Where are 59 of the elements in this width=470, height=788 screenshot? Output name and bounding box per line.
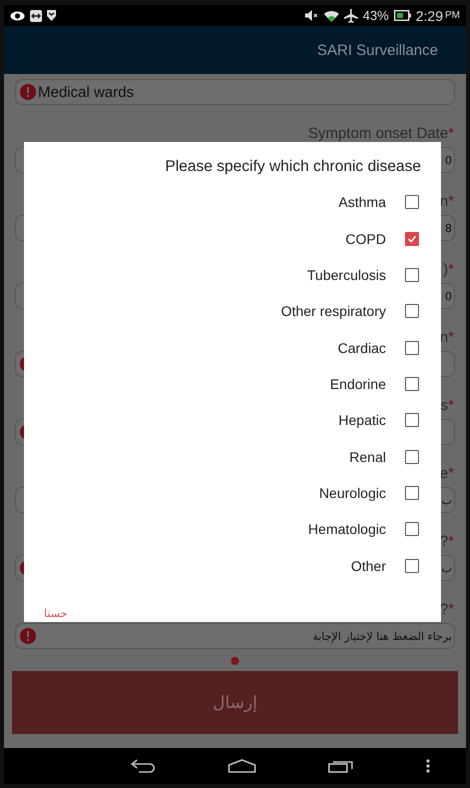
checkbox[interactable]	[405, 232, 419, 246]
field-label: s	[440, 397, 448, 414]
option-label[interactable]: Cardiac	[338, 340, 386, 356]
app-title: SARI Surveillance	[317, 42, 438, 58]
back-icon[interactable]	[130, 758, 156, 774]
field-label: n	[440, 193, 448, 210]
checkbox[interactable]	[405, 268, 419, 282]
battery-percent: 43%	[362, 8, 389, 23]
required-asterisk: *	[448, 329, 454, 346]
required-asterisk: *	[448, 465, 454, 482]
recent-apps-icon[interactable]	[328, 759, 354, 773]
clock-period: PM	[445, 10, 460, 21]
checkbox[interactable]	[405, 522, 419, 536]
checkbox[interactable]	[405, 486, 419, 500]
ok-button[interactable]: حسنا	[44, 604, 68, 622]
checkbox[interactable]	[405, 376, 419, 391]
field-label: ?	[440, 601, 448, 618]
required-asterisk: *	[448, 601, 454, 618]
option-label[interactable]: Neurologic	[319, 485, 386, 502]
field-label: )	[443, 261, 448, 278]
home-icon[interactable]	[228, 759, 256, 773]
option-label[interactable]: Other respiratory	[280, 303, 386, 320]
mute-icon	[304, 10, 319, 21]
error-icon	[20, 628, 36, 644]
input-field[interactable]: برجاء الضغط هنا لإختيار الإجابة	[15, 623, 455, 649]
airplane-icon	[344, 8, 358, 22]
overflow-menu-icon[interactable]	[426, 759, 430, 773]
required-asterisk: *	[448, 533, 454, 550]
required-asterisk: *	[448, 261, 454, 278]
wifi-icon	[324, 10, 339, 22]
checkbox[interactable]	[405, 304, 419, 318]
error-icon	[20, 84, 36, 100]
option-label[interactable]: Hepatic	[338, 412, 386, 428]
option-label[interactable]: Tuberculosis	[307, 266, 386, 283]
remote-icon	[30, 10, 42, 22]
checkbox[interactable]	[405, 450, 419, 464]
input-field[interactable]: Medical wards	[15, 79, 455, 105]
checkbox[interactable]	[405, 340, 419, 355]
option-label[interactable]: COPD	[346, 230, 386, 247]
checkbox[interactable]	[405, 558, 419, 573]
checkbox[interactable]	[405, 413, 419, 428]
checkbox[interactable]	[405, 195, 419, 210]
dialog-title: Please specify which chronic disease	[164, 158, 421, 176]
required-asterisk: *	[448, 125, 454, 142]
page-indicator-dot	[231, 657, 239, 665]
shield-icon	[47, 10, 56, 21]
option-label[interactable]: Asthma	[338, 194, 386, 210]
battery-icon	[394, 10, 411, 21]
option-label[interactable]: Other	[350, 558, 386, 574]
option-label[interactable]: Hematologic	[308, 521, 386, 538]
option-label[interactable]: Endorine	[330, 376, 386, 392]
option-label[interactable]: Renal	[349, 448, 386, 465]
required-asterisk: *	[448, 397, 454, 414]
field-label: ?	[440, 533, 448, 550]
clock: 2:29	[416, 8, 443, 24]
field-label: n	[440, 329, 448, 346]
eye-icon	[10, 10, 25, 20]
field-label: Symptom onset Date	[308, 125, 448, 142]
required-asterisk: *	[448, 193, 454, 210]
